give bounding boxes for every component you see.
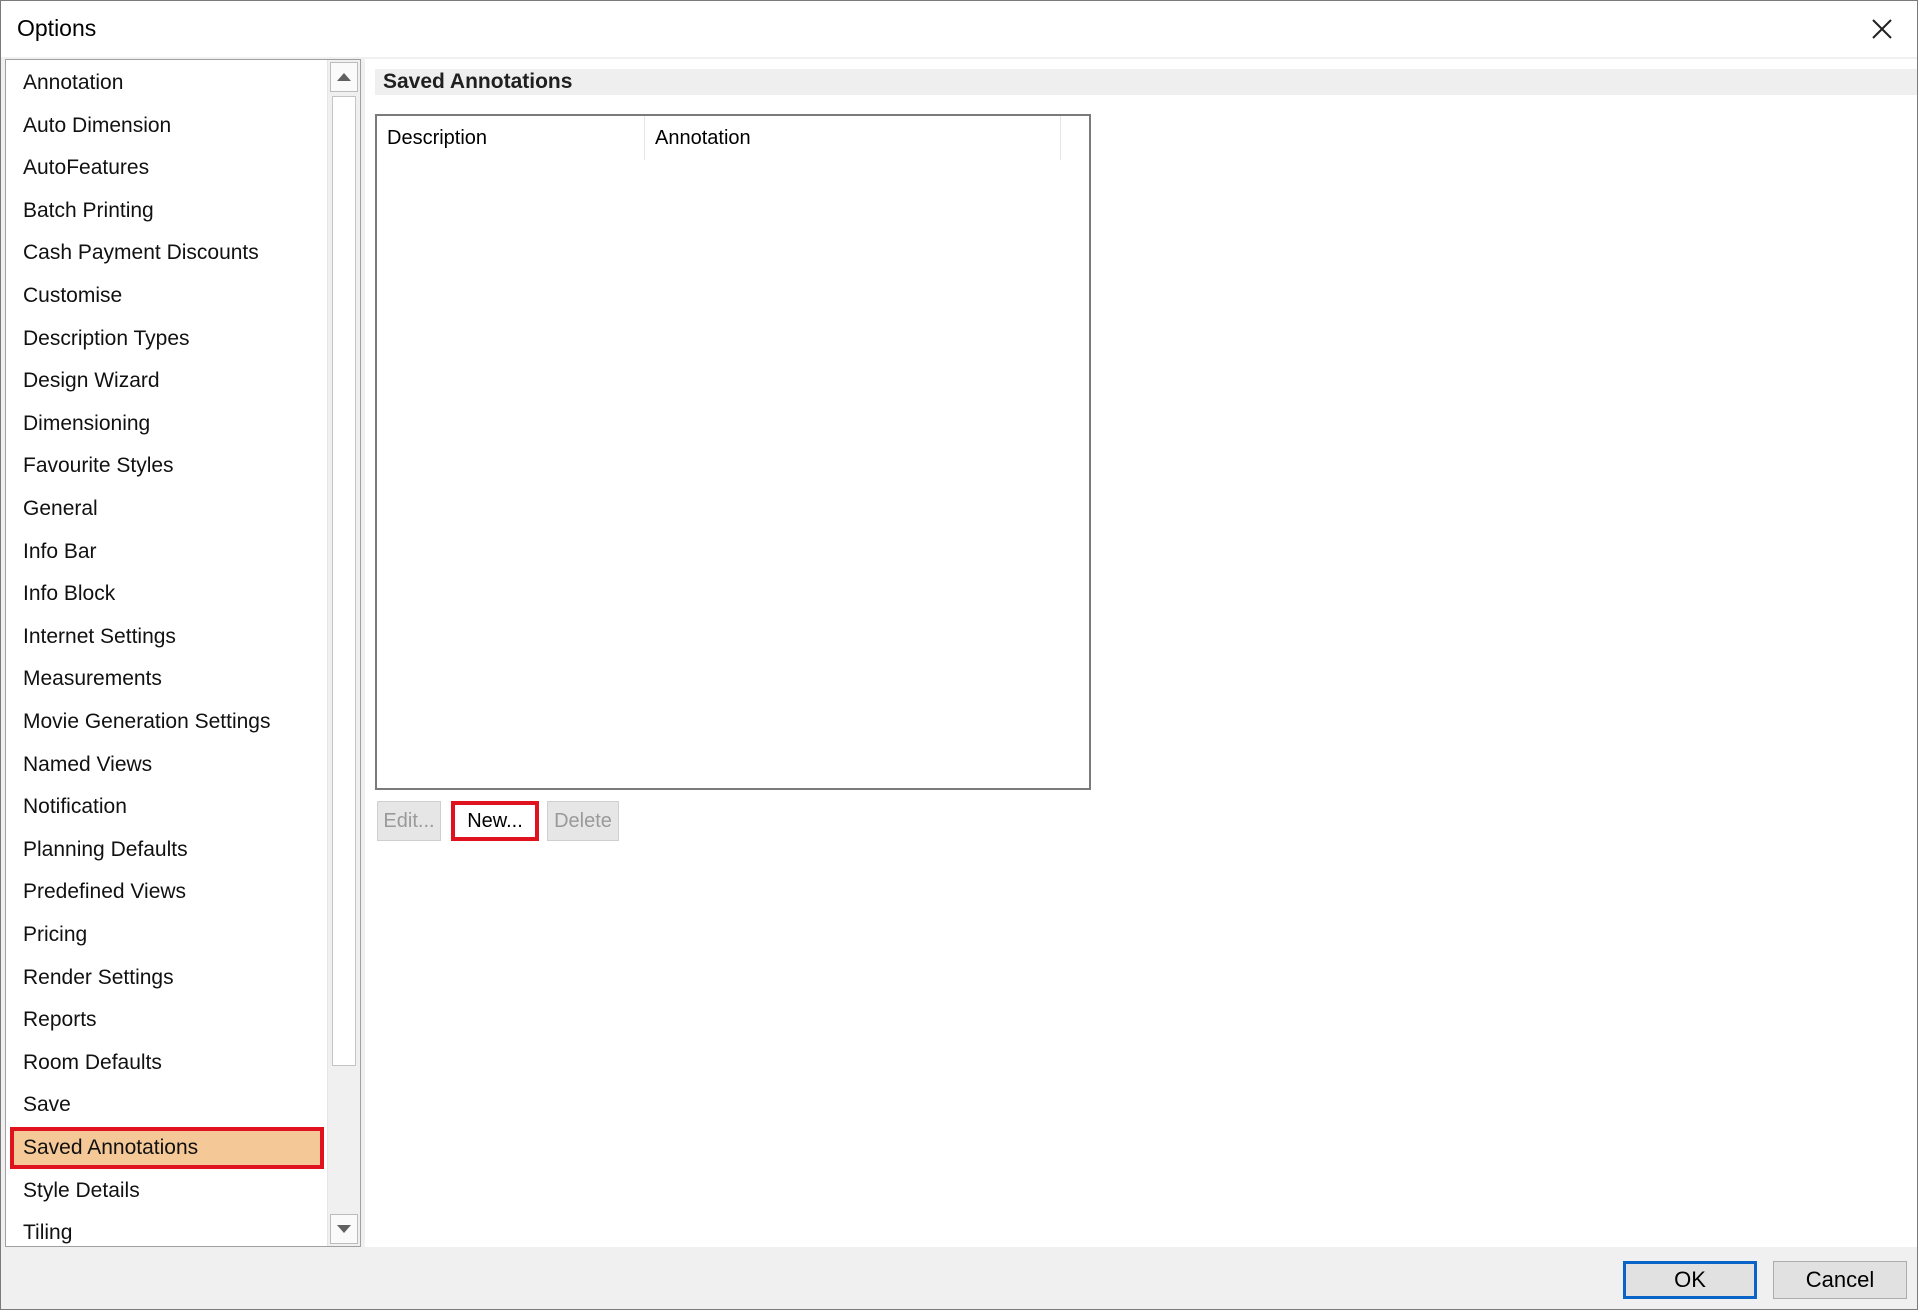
arrow-up-icon [337,73,351,81]
scroll-thumb[interactable] [332,96,356,1066]
category-list-items: Annotation Auto Dimension AutoFeatures Batc… [6,60,328,1246]
nav-item-tiling[interactable]: Tiling [10,1212,324,1246]
nav-item-info-block[interactable]: Info Block [10,573,324,615]
nav-item-batch-printing[interactable]: Batch Printing [10,190,324,232]
nav-item-save[interactable]: Save [10,1084,324,1126]
nav-item-style-details[interactable]: Style Details [10,1170,324,1212]
cancel-button[interactable]: Cancel [1773,1261,1907,1299]
edit-button[interactable]: Edit... [377,801,441,841]
nav-item-dimensioning[interactable]: Dimensioning [10,403,324,445]
nav-item-cash-payment-discounts[interactable]: Cash Payment Discounts [10,232,324,274]
nav-item-named-views[interactable]: Named Views [10,744,324,786]
section-title: Saved Annotations [375,69,1917,95]
arrow-down-icon [337,1225,351,1233]
close-button[interactable] [1847,1,1917,57]
new-button[interactable]: New... [451,801,539,841]
options-content-panel: Saved Annotations Description Annotation… [365,59,1917,1247]
nav-item-favourite-styles[interactable]: Favourite Styles [10,445,324,487]
saved-annotations-list[interactable]: Description Annotation [375,114,1091,790]
nav-item-customise[interactable]: Customise [10,275,324,317]
window-title: Options [17,15,97,41]
nav-item-info-bar[interactable]: Info Bar [10,531,324,573]
close-icon [1872,19,1892,39]
title-bar: Options [1,1,1917,57]
nav-item-notification[interactable]: Notification [10,786,324,828]
options-dialog: Options Annotation Auto Dimension AutoFeat… [0,0,1918,1310]
column-header-description[interactable]: Description [377,116,645,160]
options-category-list: Annotation Auto Dimension AutoFeatures Batc… [5,59,361,1247]
nav-item-autofeatures[interactable]: AutoFeatures [10,147,324,189]
nav-item-planning-defaults[interactable]: Planning Defaults [10,829,324,871]
dialog-footer: OK Cancel [1,1249,1917,1309]
nav-item-design-wizard[interactable]: Design Wizard [10,360,324,402]
nav-item-movie-generation-settings[interactable]: Movie Generation Settings [10,701,324,743]
nav-item-annotation[interactable]: Annotation [10,62,324,104]
nav-item-general[interactable]: General [10,488,324,530]
delete-button[interactable]: Delete [547,801,619,841]
column-header-annotation[interactable]: Annotation [645,116,1061,160]
nav-item-internet-settings[interactable]: Internet Settings [10,616,324,658]
nav-item-room-defaults[interactable]: Room Defaults [10,1042,324,1084]
nav-item-measurements[interactable]: Measurements [10,658,324,700]
nav-item-pricing[interactable]: Pricing [10,914,324,956]
nav-item-predefined-views[interactable]: Predefined Views [10,871,324,913]
scroll-up-button[interactable] [330,62,358,92]
nav-item-description-types[interactable]: Description Types [10,318,324,360]
nav-item-auto-dimension[interactable]: Auto Dimension [10,105,324,147]
list-scrollbar[interactable] [327,60,360,1246]
nav-item-saved-annotations[interactable]: Saved Annotations [10,1127,324,1169]
nav-item-reports[interactable]: Reports [10,999,324,1041]
ok-button[interactable]: OK [1623,1261,1757,1299]
scroll-down-button[interactable] [330,1214,358,1244]
nav-item-render-settings[interactable]: Render Settings [10,957,324,999]
